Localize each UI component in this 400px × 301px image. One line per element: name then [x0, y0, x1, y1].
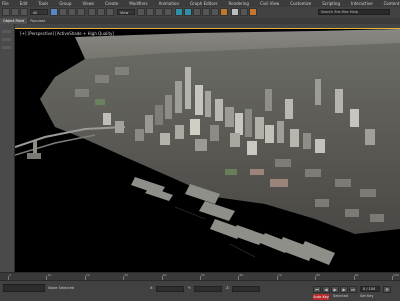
play-icon[interactable]: ▶: [331, 286, 339, 293]
timeline-tick-label: 80: [316, 273, 321, 277]
frame-counter[interactable]: 0 / 100: [360, 286, 380, 292]
time-config-icon[interactable]: ⚙: [383, 286, 391, 293]
status-bar: None Selected X: Y: Z: ⏮ ◀ ▶ ▶ ⏭ 0 / 100…: [0, 280, 400, 301]
selection-filter-dropdown[interactable]: All: [30, 9, 48, 15]
window-crossing-icon[interactable]: [77, 8, 85, 16]
maxscript-listener-field[interactable]: [3, 284, 45, 292]
redo-icon[interactable]: [11, 8, 19, 16]
city-model-render: [15, 29, 400, 265]
selection-status: None Selected: [48, 286, 75, 290]
menu-item[interactable]: Modifiers: [129, 0, 147, 7]
menu-bar: File Edit Tools Group Views Create Modifiers An…: [0, 0, 400, 7]
z-coordinate-field[interactable]: [232, 286, 260, 292]
align-icon[interactable]: [184, 8, 192, 16]
x-label: X:: [150, 286, 154, 290]
menu-item[interactable]: Group: [59, 0, 71, 7]
reference-coordinate-dropdown[interactable]: View: [117, 9, 135, 15]
timeline-tick-label: 90: [354, 273, 359, 277]
render-setup-icon[interactable]: [231, 8, 239, 16]
ribbon-tabs: Object Paint Populate: [0, 18, 400, 24]
material-editor-icon[interactable]: [220, 8, 228, 16]
menu-item[interactable]: Create: [105, 0, 118, 7]
render-frame-icon[interactable]: [240, 8, 248, 16]
link-icon[interactable]: [20, 8, 28, 16]
schematic-view-icon[interactable]: [211, 8, 219, 16]
perspective-viewport[interactable]: [+] [Perspective] [ActiveShade + High Qu…: [15, 28, 400, 273]
timeline-tick-label: 0: [9, 273, 11, 277]
y-coordinate-field[interactable]: [194, 286, 222, 292]
search-input[interactable]: Search 3ds Max Help: [318, 9, 390, 15]
timeline-tick-label: 10: [47, 273, 52, 277]
menu-item[interactable]: Scripting: [322, 0, 340, 7]
undo-icon[interactable]: [2, 8, 10, 16]
x-coordinate-field[interactable]: [156, 286, 184, 292]
y-label: Y:: [188, 286, 191, 290]
go-to-end-icon[interactable]: ⏭: [349, 286, 357, 293]
pivot-icon[interactable]: [137, 8, 145, 16]
set-key-button[interactable]: Set Key: [360, 294, 374, 298]
menu-item[interactable]: Animation: [159, 0, 179, 7]
mirror-icon[interactable]: [175, 8, 183, 16]
render-icon[interactable]: [249, 8, 257, 16]
menu-item[interactable]: Customize: [290, 0, 311, 7]
menu-item[interactable]: File: [2, 0, 9, 7]
curve-editor-icon[interactable]: [202, 8, 210, 16]
go-to-start-icon[interactable]: ⏮: [313, 286, 321, 293]
menu-item[interactable]: Tools: [38, 0, 48, 7]
selected-dropdown[interactable]: Selected: [333, 294, 348, 298]
ribbon-tab[interactable]: Populate: [27, 18, 48, 24]
angle-snap-icon[interactable]: [155, 8, 163, 16]
move-icon[interactable]: [88, 8, 96, 16]
panel-grip-icon[interactable]: [2, 30, 11, 33]
layer-explorer-icon[interactable]: [193, 8, 201, 16]
menu-item[interactable]: Content: [384, 0, 400, 7]
left-ribbon-panel: [0, 24, 15, 272]
timeline-tick-label: 70: [277, 273, 282, 277]
menu-item[interactable]: Views: [83, 0, 95, 7]
percent-snap-icon[interactable]: [164, 8, 172, 16]
select-by-name-icon[interactable]: [59, 8, 67, 16]
select-object-icon[interactable]: [50, 8, 58, 16]
menu-item[interactable]: Edit: [20, 0, 28, 7]
menu-item[interactable]: Rendering: [229, 0, 249, 7]
panel-grip-icon[interactable]: [2, 38, 11, 41]
snap-icon[interactable]: [146, 8, 154, 16]
next-frame-icon[interactable]: ▶: [340, 286, 348, 293]
panel-grip-icon[interactable]: [2, 46, 11, 49]
menu-item[interactable]: Graph Editors: [190, 0, 217, 7]
viewport-label[interactable]: [+] [Perspective] [ActiveShade + High Qu…: [20, 31, 114, 36]
menu-item[interactable]: Interactive: [351, 0, 373, 7]
timeline-tick-label: 20: [85, 273, 90, 277]
auto-key-button[interactable]: Auto Key: [313, 294, 329, 300]
menu-item[interactable]: Civil View: [260, 0, 279, 7]
timeline-tick-label: 50: [201, 273, 205, 277]
timeline-tick-label: 100: [393, 273, 399, 277]
timeline-tick-label: 30: [124, 273, 129, 277]
timeline-tick-label: 40: [162, 273, 167, 277]
previous-frame-icon[interactable]: ◀: [322, 286, 330, 293]
rectangle-selection-icon[interactable]: [68, 8, 76, 16]
timeline-tick-label: 60: [239, 273, 244, 277]
z-label: Z:: [226, 286, 230, 290]
rotate-icon[interactable]: [97, 8, 105, 16]
scale-icon[interactable]: [106, 8, 114, 16]
